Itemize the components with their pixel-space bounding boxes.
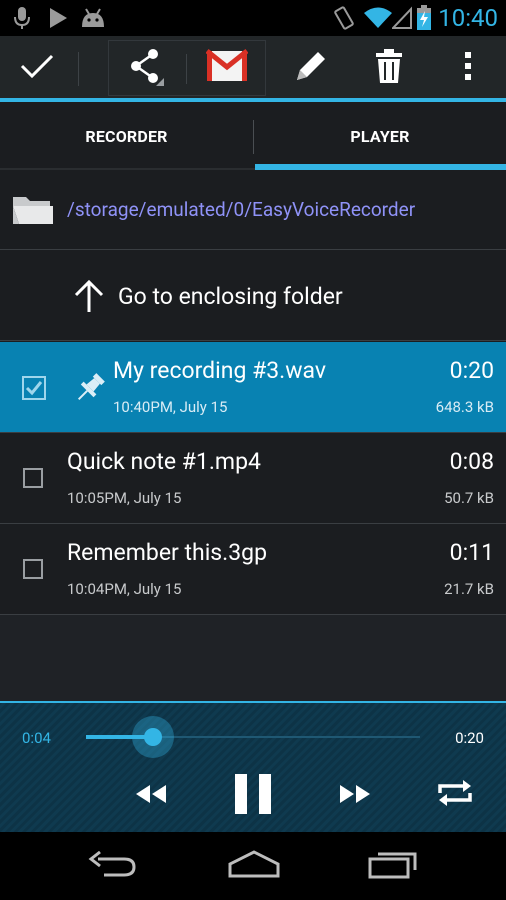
checkbox[interactable]	[23, 468, 43, 488]
repeat-icon	[436, 777, 474, 813]
checkbox-checked[interactable]	[22, 376, 46, 400]
rewind-button[interactable]	[126, 775, 176, 817]
list-empty-area	[0, 615, 506, 701]
checkbox[interactable]	[23, 559, 43, 579]
back-icon	[88, 850, 136, 881]
action-divider	[186, 54, 187, 84]
microphone-icon	[14, 0, 30, 36]
seek-thumb[interactable]	[143, 728, 162, 746]
action-bar	[0, 36, 506, 100]
tab-recorder[interactable]: RECORDER	[0, 102, 253, 170]
share-button[interactable]	[110, 36, 182, 100]
recent-apps-button[interactable]	[352, 832, 436, 900]
rewind-icon	[134, 783, 168, 809]
share-icon	[126, 46, 166, 90]
signal-icon	[392, 0, 412, 36]
file-size: 21.7 kB	[444, 580, 494, 598]
gmail-button[interactable]	[190, 36, 264, 100]
pin-icon	[72, 370, 108, 410]
vibrate-icon	[331, 0, 357, 36]
android-icon	[80, 0, 106, 36]
file-size: 50.7 kB	[444, 489, 494, 507]
file-date: 10:05PM, July 15	[67, 489, 182, 507]
total-time: 0:20	[455, 729, 484, 747]
file-duration: 0:08	[449, 448, 494, 475]
file-size: 648.3 kB	[435, 398, 494, 416]
battery-charging-icon	[416, 0, 432, 36]
file-name: Remember this.3gp	[67, 539, 267, 566]
folder-path: /storage/emulated/0/EasyVoiceRecorder	[67, 198, 416, 221]
done-check-icon	[20, 53, 54, 83]
file-duration: 0:20	[449, 357, 494, 384]
action-divider	[78, 52, 79, 86]
gmail-icon	[205, 49, 249, 87]
pause-button[interactable]	[222, 768, 284, 824]
wifi-icon	[363, 0, 393, 36]
trash-icon	[375, 48, 403, 88]
back-button[interactable]	[70, 832, 154, 900]
arrow-up-icon	[73, 279, 105, 317]
overflow-menu-button[interactable]	[440, 36, 496, 100]
play-icon	[48, 0, 68, 36]
list-item[interactable]: Remember this.3gp 10:04PM, July 15 0:11 …	[0, 524, 506, 614]
recent-apps-icon	[368, 849, 420, 883]
fast-forward-icon	[338, 783, 372, 809]
file-name: My recording #3.wav	[113, 357, 326, 384]
fast-forward-button[interactable]	[330, 775, 380, 817]
divider	[0, 340, 506, 341]
go-up-label: Go to enclosing folder	[118, 283, 343, 310]
file-date: 10:04PM, July 15	[67, 580, 182, 598]
pencil-icon	[292, 47, 330, 89]
home-icon	[227, 850, 281, 882]
delete-button[interactable]	[354, 36, 424, 100]
list-item[interactable]: My recording #3.wav 10:40PM, July 15 0:2…	[0, 342, 506, 432]
home-button[interactable]	[212, 832, 296, 900]
status-clock: 10:40	[438, 4, 498, 32]
tab-player[interactable]: PLAYER	[254, 102, 506, 170]
file-duration: 0:11	[449, 539, 494, 566]
elapsed-time: 0:04	[22, 729, 51, 747]
done-button[interactable]	[4, 36, 70, 100]
status-bar: 10:40	[0, 0, 506, 36]
player-top-line	[0, 701, 506, 703]
rename-button[interactable]	[276, 36, 346, 100]
file-date: 10:40PM, July 15	[113, 398, 228, 416]
repeat-button[interactable]	[430, 772, 480, 818]
overflow-menu-icon	[464, 51, 472, 85]
file-name: Quick note #1.mp4	[67, 448, 261, 475]
folder-icon	[12, 194, 54, 230]
list-item[interactable]: Quick note #1.mp4 10:05PM, July 15 0:08 …	[0, 433, 506, 523]
pause-icon	[233, 772, 273, 820]
tab-divider	[253, 120, 254, 154]
